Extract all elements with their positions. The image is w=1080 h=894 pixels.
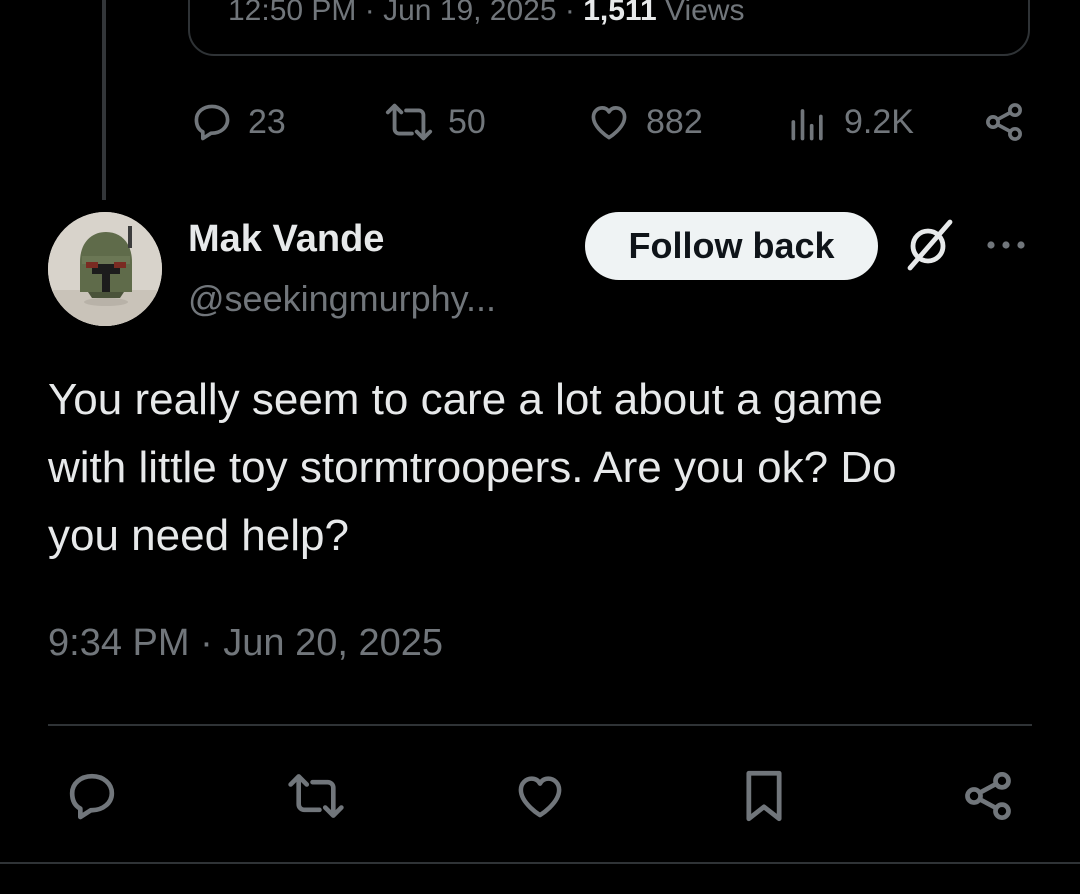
quoted-tweet-meta: 12:50 PM · Jun 19, 2025 · 1,511 Views [228, 0, 744, 28]
quoted-tweet-views-count: 1,511 [583, 0, 657, 27]
helmet-avatar-image [48, 212, 162, 326]
repost-icon [385, 103, 433, 141]
reply-icon [69, 773, 115, 820]
like-button[interactable] [510, 766, 570, 826]
like-count-button[interactable]: 882 [586, 100, 703, 144]
like-count: 882 [646, 102, 703, 141]
thread-connector-line [102, 0, 106, 200]
tweet-timestamp[interactable]: 9:34 PM · Jun 20, 2025 [48, 622, 443, 665]
avatar[interactable] [48, 212, 162, 326]
quoted-tweet-timestamp: 12:50 PM · Jun 19, 2025 · [228, 0, 584, 27]
heart-icon [591, 106, 627, 140]
repost-button[interactable] [286, 766, 346, 826]
follow-back-button[interactable]: Follow back [585, 212, 878, 280]
share-button-top[interactable] [982, 100, 1026, 144]
quoted-tweet-views-label: Views [656, 0, 745, 27]
reply-icon [194, 104, 230, 141]
divider [48, 724, 1032, 726]
reply-count-button[interactable]: 23 [190, 100, 286, 144]
author-handle[interactable]: @seekingmurphy... [188, 278, 496, 320]
author-display-name[interactable]: Mak Vande [188, 218, 384, 261]
views-count: 9.2K [844, 102, 914, 141]
tweet-text: You really seem to care a lot about a ga… [48, 375, 897, 560]
reply-button[interactable] [62, 766, 122, 826]
share-button[interactable] [958, 766, 1018, 826]
share-icon [986, 103, 1022, 141]
views-count-button[interactable]: 9.2K [786, 100, 914, 144]
bookmark-icon [746, 770, 782, 822]
more-dots-icon[interactable] [984, 238, 1028, 257]
views-chart-icon [791, 109, 823, 141]
repost-count: 50 [448, 102, 486, 141]
bookmark-button[interactable] [734, 766, 794, 826]
bottom-divider [0, 862, 1080, 864]
share-icon [965, 771, 1011, 821]
grok-icon[interactable] [902, 218, 954, 277]
repost-icon [288, 774, 344, 818]
reply-count: 23 [248, 102, 286, 141]
heart-icon [518, 776, 562, 818]
quoted-tweet-card[interactable]: 12:50 PM · Jun 19, 2025 · 1,511 Views [188, 0, 1030, 56]
repost-count-button[interactable]: 50 [384, 100, 486, 144]
